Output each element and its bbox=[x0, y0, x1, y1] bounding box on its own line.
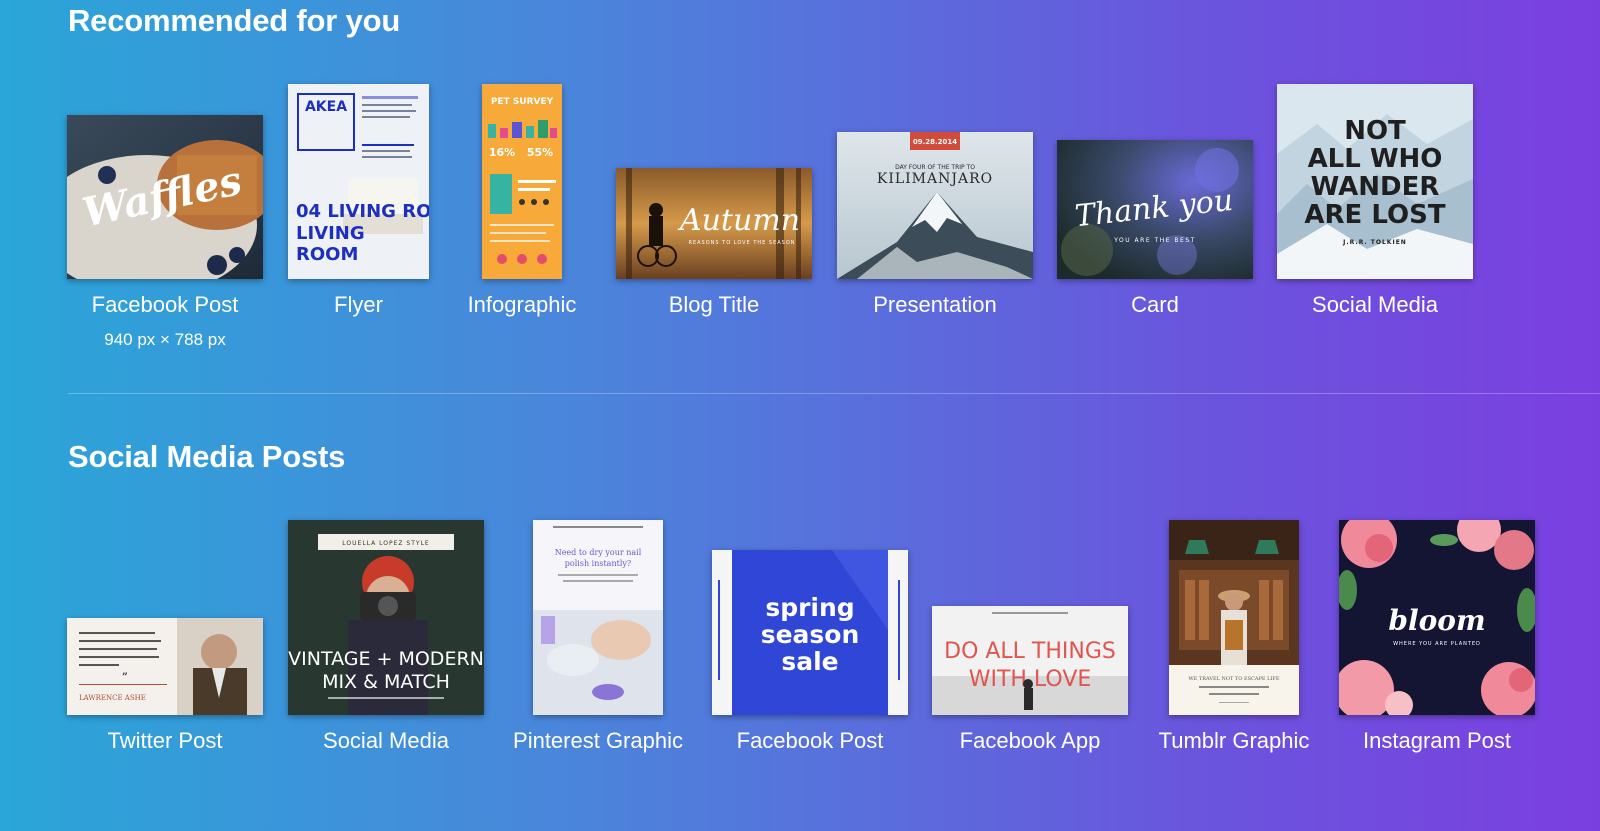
svg-text:bloom: bloom bbox=[1388, 604, 1485, 637]
svg-text:LAWRENCE ASHE: LAWRENCE ASHE bbox=[79, 694, 146, 702]
svg-text:09.28.2014: 09.28.2014 bbox=[913, 138, 957, 146]
svg-text:KILIMANJARO: KILIMANJARO bbox=[877, 171, 993, 187]
svg-text:MIX & MATCH: MIX & MATCH bbox=[322, 671, 450, 693]
tile-label: Facebook Post bbox=[736, 728, 884, 753]
thumbnail-flyer: AKEA 04 LIVING ROOM LIVING ROOM bbox=[288, 84, 429, 279]
svg-text:NOT: NOT bbox=[1344, 116, 1406, 146]
svg-text:DO ALL THINGS: DO ALL THINGS bbox=[944, 639, 1116, 664]
thumbnail-cafe-travel: WE TRAVEL NOT TO ESCAPE LIFE bbox=[1169, 520, 1299, 715]
template-facebook-post-spring[interactable]: spring season sale Facebook Post bbox=[712, 550, 908, 760]
svg-text:WHERE YOU ARE PLANTED: WHERE YOU ARE PLANTED bbox=[1393, 641, 1481, 647]
template-facebook-post[interactable]: Waffles Facebook Post 940 px × 788 px bbox=[67, 115, 263, 363]
svg-text:16%: 16% bbox=[489, 146, 515, 159]
section-divider bbox=[68, 393, 1600, 394]
svg-text:Autumn: Autumn bbox=[677, 203, 800, 238]
tile-label: Instagram Post bbox=[1363, 728, 1511, 753]
thumbnail-bloom: bloom WHERE YOU ARE PLANTED bbox=[1339, 520, 1535, 715]
thumbnail-waffles: Waffles bbox=[67, 115, 263, 279]
thumbnail-twitter-quote: ” LAWRENCE ASHE bbox=[67, 618, 263, 715]
tile-label: Social Media bbox=[1312, 292, 1438, 317]
svg-text:REASONS TO LOVE THE SEASON: REASONS TO LOVE THE SEASON bbox=[688, 240, 795, 246]
tile-label: Pinterest Graphic bbox=[513, 728, 683, 753]
svg-text:04 LIVING ROOM: 04 LIVING ROOM bbox=[296, 201, 429, 222]
svg-text:sale: sale bbox=[781, 647, 838, 676]
svg-text:J.R.R. TOLKIEN: J.R.R. TOLKIEN bbox=[1342, 239, 1407, 246]
section-title-recommended: Recommended for you bbox=[68, 3, 401, 38]
thumbnail-not-all-who-wander: NOT ALL WHO WANDER ARE LOST J.R.R. TOLKI… bbox=[1277, 84, 1473, 279]
tile-label: Infographic bbox=[467, 292, 577, 317]
template-facebook-app[interactable]: DO ALL THINGS WITH LOVE Facebook App bbox=[932, 606, 1128, 760]
tile-label: Blog Title bbox=[668, 292, 760, 317]
svg-text:YOU ARE THE BEST: YOU ARE THE BEST bbox=[1113, 237, 1196, 244]
template-twitter-post[interactable]: ” LAWRENCE ASHE Twitter Post bbox=[67, 618, 263, 760]
template-instagram-post[interactable]: bloom WHERE YOU ARE PLANTED Instagram Po… bbox=[1339, 520, 1535, 760]
template-card[interactable]: Thank you YOU ARE THE BEST Card bbox=[1057, 140, 1253, 324]
svg-text:LOUELLA LOPEZ STYLE: LOUELLA LOPEZ STYLE bbox=[342, 540, 429, 547]
svg-text:VINTAGE + MODERN: VINTAGE + MODERN bbox=[288, 648, 484, 670]
tile-label: Flyer bbox=[334, 292, 383, 317]
template-tumblr-graphic[interactable]: WE TRAVEL NOT TO ESCAPE LIFE Tumblr Grap… bbox=[1152, 520, 1316, 760]
svg-text:ROOM: ROOM bbox=[296, 244, 358, 265]
svg-text:”: ” bbox=[122, 672, 128, 683]
thumbnail-vintage-modern: LOUELLA LOPEZ STYLE VINTAGE + MODERN MIX… bbox=[288, 520, 484, 715]
svg-text:PET SURVEY: PET SURVEY bbox=[491, 97, 554, 107]
thumbnail-spring-sale: spring season sale bbox=[712, 550, 908, 715]
thumbnail-infographic: PET SURVEY 16% 55% bbox=[482, 84, 562, 279]
tile-label: Facebook App bbox=[959, 728, 1101, 753]
tile-label: Tumblr Graphic bbox=[1158, 728, 1310, 753]
svg-text:Need to dry your nail: Need to dry your nail bbox=[555, 548, 642, 557]
thumbnail-autumn: Autumn REASONS TO LOVE THE SEASON bbox=[616, 168, 812, 279]
svg-text:WANDER: WANDER bbox=[1311, 172, 1440, 202]
svg-text:AKEA: AKEA bbox=[305, 99, 347, 115]
svg-text:WE TRAVEL NOT TO ESCAPE LIFE: WE TRAVEL NOT TO ESCAPE LIFE bbox=[1189, 676, 1280, 682]
template-presentation[interactable]: 09.28.2014 DAY FOUR OF THE TRIP TO KILIM… bbox=[837, 132, 1033, 324]
tile-label: Twitter Post bbox=[107, 728, 223, 753]
template-pinterest-graphic[interactable]: Need to dry your nail polish instantly? … bbox=[509, 520, 687, 760]
svg-text:55%: 55% bbox=[527, 146, 553, 159]
template-flyer[interactable]: AKEA 04 LIVING ROOM LIVING ROOM Flyer bbox=[288, 84, 429, 324]
template-social-media[interactable]: NOT ALL WHO WANDER ARE LOST J.R.R. TOLKI… bbox=[1277, 84, 1473, 324]
tile-label: Social Media bbox=[323, 728, 449, 753]
svg-text:polish instantly?: polish instantly? bbox=[565, 559, 631, 568]
tile-dimensions: 940 px × 788 px bbox=[104, 330, 226, 349]
svg-text:season: season bbox=[761, 620, 860, 649]
svg-text:ARE LOST: ARE LOST bbox=[1304, 200, 1445, 230]
thumbnail-kilimanjaro: 09.28.2014 DAY FOUR OF THE TRIP TO KILIM… bbox=[837, 132, 1033, 279]
svg-text:ALL WHO: ALL WHO bbox=[1308, 144, 1443, 174]
tile-label: Facebook Post bbox=[91, 292, 239, 317]
section-title-social-media-posts: Social Media Posts bbox=[68, 439, 346, 474]
tile-label: Card bbox=[1131, 292, 1179, 317]
svg-text:spring: spring bbox=[765, 593, 854, 622]
thumbnail-nail-polish: Need to dry your nail polish instantly? bbox=[533, 520, 663, 715]
svg-text:DAY FOUR OF THE TRIP TO: DAY FOUR OF THE TRIP TO bbox=[895, 164, 975, 171]
svg-text:LIVING: LIVING bbox=[296, 223, 365, 244]
thumbnail-thank-you: Thank you YOU ARE THE BEST bbox=[1057, 140, 1253, 279]
template-blog-title[interactable]: Autumn REASONS TO LOVE THE SEASON Blog T… bbox=[616, 168, 812, 324]
tile-label: Presentation bbox=[873, 292, 997, 317]
template-social-media-vintage[interactable]: LOUELLA LOPEZ STYLE VINTAGE + MODERN MIX… bbox=[288, 520, 484, 760]
template-infographic[interactable]: PET SURVEY 16% 55% Infographic bbox=[464, 84, 580, 324]
thumbnail-do-all-things: DO ALL THINGS WITH LOVE bbox=[932, 606, 1128, 715]
